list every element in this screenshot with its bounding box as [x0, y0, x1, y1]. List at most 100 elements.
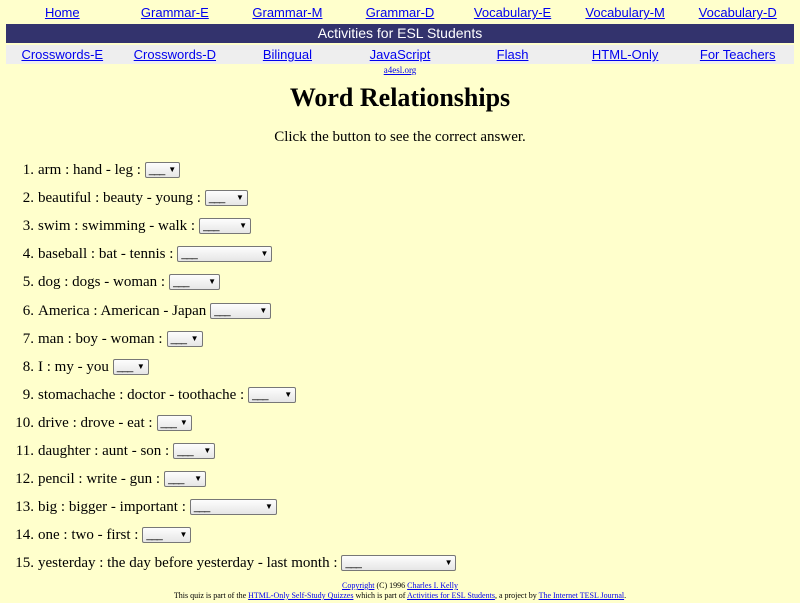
- chevron-down-icon: ▼: [190, 333, 199, 343]
- question-number: 14.: [15, 527, 34, 544]
- answer-select[interactable]: ___ ▼: [169, 274, 221, 291]
- question-item: 1. arm : hand - leg : ___ ▼: [0, 156, 456, 184]
- question-text: dog : dogs - woman :: [38, 274, 166, 291]
- nav-crosswords-e[interactable]: Crosswords-E: [6, 47, 119, 62]
- question-item: 9. stomachache : doctor - toothache : ___ ▼: [0, 381, 456, 409]
- question-item: 6. America : American - Japan ___ ▼: [0, 296, 456, 324]
- chevron-down-icon: ▼: [264, 502, 273, 512]
- nav-home[interactable]: Home: [6, 5, 119, 20]
- chevron-down-icon: ▼: [284, 389, 293, 399]
- copyright-link[interactable]: Copyright: [342, 581, 374, 590]
- answer-selected: ___: [160, 416, 177, 429]
- instructions: Click the button to see the correct answ…: [274, 129, 526, 145]
- question-text: beautiful : beauty - young :: [38, 190, 201, 207]
- nav-for-teachers[interactable]: For Teachers: [681, 47, 794, 62]
- nav-javascript[interactable]: JavaScript: [344, 47, 457, 62]
- question-number: 11.: [15, 442, 34, 459]
- page-title: Word Relationships: [289, 83, 511, 112]
- question-text: arm : hand - leg :: [38, 162, 141, 179]
- question-text: pencil : write - gun :: [38, 471, 161, 488]
- answer-selected: ___: [168, 473, 184, 486]
- answer-select[interactable]: ___ ▼: [156, 414, 192, 431]
- tesl-journal-link[interactable]: The Internet TESL Journal: [539, 591, 625, 600]
- nav-grammar-e[interactable]: Grammar-E: [119, 5, 232, 20]
- question-number: 12.: [15, 471, 34, 488]
- question-text: I : my - you: [38, 358, 109, 375]
- top-nav: Home Grammar-E Grammar-M Grammar-D Vocab…: [6, 3, 794, 22]
- question-number: 7.: [22, 330, 34, 347]
- chevron-down-icon: ▼: [239, 221, 248, 231]
- nav-flash[interactable]: Flash: [456, 47, 569, 62]
- answer-select[interactable]: ___ ▼: [166, 330, 203, 347]
- author-link[interactable]: Charles I. Kelly: [407, 581, 458, 590]
- nav-bilingual[interactable]: Bilingual: [231, 47, 344, 62]
- question-text: big : bigger - important :: [38, 499, 186, 516]
- question-number: 10.: [15, 414, 34, 431]
- answer-select[interactable]: ___ ▼: [210, 302, 272, 319]
- answer-selected: ___: [177, 444, 193, 457]
- question-text: yesterday : the day before yesterday - l…: [38, 555, 338, 572]
- answer-select[interactable]: ___ ▼: [112, 358, 149, 375]
- footer-text: which is part of: [355, 591, 406, 600]
- answer-select[interactable]: ___ ▼: [248, 386, 297, 403]
- question-number: 4.: [22, 246, 34, 263]
- answer-selected: ___: [173, 276, 189, 289]
- footer-copyright-line: Copyright (C) 1996 Charles I. Kelly: [0, 581, 800, 591]
- question-number: 6.: [22, 302, 34, 319]
- site-banner: Activities for ESL Students: [6, 24, 794, 43]
- nav-grammar-d[interactable]: Grammar-D: [344, 5, 457, 20]
- site-url: a4esl.org: [0, 65, 800, 75]
- answer-select[interactable]: ___ ▼: [144, 162, 180, 179]
- answer-select[interactable]: ___ ▼: [341, 555, 457, 572]
- question-number: 2.: [22, 190, 34, 207]
- answer-selected: ___: [170, 332, 187, 345]
- question-text: daughter : aunt - son :: [38, 442, 170, 459]
- answer-selected: ___: [252, 388, 268, 401]
- answer-select[interactable]: ___ ▼: [142, 527, 192, 544]
- footer-text: This quiz is part of the: [173, 591, 247, 600]
- question-item: 15. yesterday : the day before yesterday …: [0, 549, 457, 577]
- question-item: 11. daughter : aunt - son : ___ ▼: [0, 437, 456, 465]
- answer-select[interactable]: ___ ▼: [177, 246, 273, 263]
- answer-selected: ___: [193, 501, 210, 514]
- site-url-link[interactable]: a4esl.org: [384, 65, 417, 75]
- question-text: baseball : bat - tennis :: [38, 246, 174, 263]
- self-study-quizzes-link[interactable]: HTML-Only Self-Study Quizzes: [248, 591, 353, 600]
- nav-grammar-m[interactable]: Grammar-M: [231, 5, 344, 20]
- question-number: 15.: [15, 555, 34, 572]
- answer-selected: ___: [148, 164, 165, 177]
- answer-select[interactable]: ___ ▼: [199, 218, 252, 235]
- chevron-down-icon: ▼: [444, 558, 453, 568]
- answer-selected: ___: [203, 220, 219, 233]
- activities-link[interactable]: Activities for ESL Students: [407, 591, 495, 600]
- answer-select[interactable]: ___ ▼: [173, 442, 216, 459]
- question-item: 4. baseball : bat - tennis : ___ ▼: [0, 240, 456, 268]
- page-footer: Copyright (C) 1996 Charles I. Kelly This…: [0, 581, 800, 601]
- nav-vocabulary-m[interactable]: Vocabulary-M: [569, 5, 682, 20]
- quiz-list: 1. arm : hand - leg : ___ ▼ 2. beautiful : b…: [0, 156, 457, 577]
- chevron-down-icon: ▼: [179, 530, 188, 540]
- question-text: America : American - Japan: [38, 302, 207, 319]
- chevron-down-icon: ▼: [194, 474, 203, 484]
- answer-select[interactable]: ___ ▼: [164, 471, 207, 488]
- nav-crosswords-d[interactable]: Crosswords-D: [119, 47, 232, 62]
- nav-html-only[interactable]: HTML-Only: [569, 47, 682, 62]
- question-item: 13. big : bigger - important : ___ ▼: [0, 493, 456, 521]
- chevron-down-icon: ▼: [208, 277, 217, 287]
- nav-vocabulary-d[interactable]: Vocabulary-D: [681, 5, 794, 20]
- chevron-down-icon: ▼: [168, 165, 177, 175]
- nav-vocabulary-e[interactable]: Vocabulary-E: [456, 5, 569, 20]
- footer-text: , a project by: [494, 591, 537, 600]
- answer-select[interactable]: ___ ▼: [204, 190, 248, 207]
- question-item: 10. drive : drove - eat : ___ ▼: [0, 409, 456, 437]
- question-item: 12. pencil : write - gun : ___ ▼: [0, 465, 456, 493]
- question-text: man : boy - woman :: [38, 330, 163, 347]
- question-text: one : two - first :: [38, 527, 139, 544]
- question-item: 5. dog : dogs - woman : ___ ▼: [0, 268, 456, 296]
- answer-select[interactable]: ___ ▼: [189, 499, 277, 516]
- question-number: 1.: [22, 162, 34, 179]
- answer-selected: ___: [116, 360, 133, 373]
- answer-selected: ___: [208, 192, 225, 205]
- answer-selected: ___: [146, 529, 162, 542]
- question-item: 8. I : my - you ___ ▼: [0, 353, 456, 381]
